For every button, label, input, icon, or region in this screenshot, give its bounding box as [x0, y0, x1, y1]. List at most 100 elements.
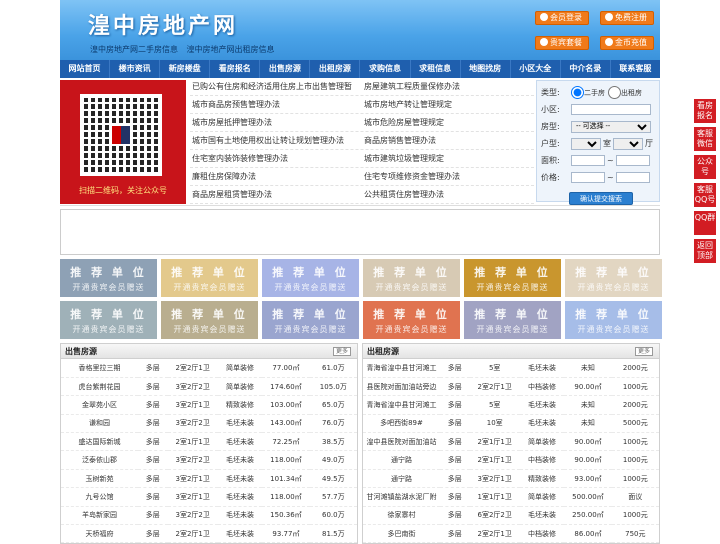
- recommend-ad-slot[interactable]: 推 荐 单 位开通贵宾会员赠送: [161, 301, 258, 339]
- nav-viewing-signup[interactable]: 看房报名: [210, 60, 261, 78]
- table-row[interactable]: 谦和园 多层 3室2厅2卫 毛坯未装 143.00㎡ 76.0万: [61, 414, 357, 434]
- listing-name-cell[interactable]: 金翠苑小区: [61, 395, 138, 415]
- table-row[interactable]: 青海省湟中县甘河滩工 多层 5室 毛坯未装 未知 2000元: [363, 395, 659, 415]
- listing-name-cell[interactable]: 虎台紫荆花园: [61, 377, 138, 397]
- side-float-item[interactable]: QQ群: [694, 211, 716, 235]
- listing-name-cell[interactable]: 谦和园: [61, 414, 138, 434]
- policy-link[interactable]: 城市房屋抵押管理办法: [190, 114, 362, 131]
- search-submit-button[interactable]: 确认提交搜索: [569, 192, 633, 205]
- price-max-input[interactable]: [615, 172, 650, 183]
- policy-link[interactable]: 公共租赁住房管理办法: [362, 186, 534, 203]
- table-row[interactable]: 多吧西街89# 多层 10室 毛坯未装 未知 5000元: [363, 414, 659, 434]
- listing-name-cell[interactable]: 徐家寨村: [363, 506, 440, 526]
- table-row[interactable]: 羊岛新家园 多层 3室2厅2卫 毛坯未装 150.36㎡ 60.0万: [61, 506, 357, 526]
- listing-name-cell[interactable]: 天桥福府: [61, 524, 138, 544]
- hall-select[interactable]: [613, 137, 643, 150]
- table-row[interactable]: 青海省湟中县甘河滩工 多层 5室 毛坯未装 未知 2000元: [363, 359, 659, 378]
- listing-name-cell[interactable]: 通宁路: [363, 450, 440, 470]
- table-row[interactable]: 盛达国际新城 多层 2室1厅1卫 毛坯未装 72.25㎡ 38.5万: [61, 432, 357, 452]
- policy-link[interactable]: 商品房销售管理办法: [362, 132, 534, 149]
- policy-link[interactable]: 房屋建筑工程质量保修办法: [362, 78, 534, 95]
- recommend-ad-slot[interactable]: 推 荐 单 位开通贵宾会员赠送: [60, 301, 157, 339]
- table-row[interactable]: 九号公馆 多层 3室2厅1卫 毛坯未装 118.00㎡ 57.7万: [61, 487, 357, 507]
- site-logo[interactable]: 湟中房地产网: [88, 8, 238, 40]
- table-row[interactable]: 县医院对面加油站旁边 多层 2室2厅1卫 中档装修 90.00㎡ 1000元: [363, 377, 659, 397]
- listing-name-cell[interactable]: 湟中县医院对面加油站: [363, 432, 440, 452]
- listing-name-cell[interactable]: 多吧西街89#: [363, 414, 440, 434]
- table-row[interactable]: 玉树新苑 多层 3室2厅1卫 毛坯未装 101.34㎡ 49.5万: [61, 469, 357, 489]
- policy-link[interactable]: 城市危险房屋管理规定: [362, 114, 534, 131]
- side-float-item[interactable]: 公众号: [694, 155, 716, 179]
- listing-name-cell[interactable]: 羊岛新家园: [61, 506, 138, 526]
- listing-name-cell[interactable]: 青海省湟中县甘河滩工: [363, 359, 440, 378]
- listing-name-cell[interactable]: 多巴南街: [363, 524, 440, 544]
- side-float-item[interactable]: 看房报名: [694, 99, 716, 123]
- sale-more-button[interactable]: 更多: [332, 347, 351, 356]
- listing-name-cell[interactable]: 甘河滩镇盐湖水泥厂附: [363, 487, 440, 507]
- type-radio-secondhand[interactable]: [571, 86, 584, 99]
- login-button[interactable]: 会员登录: [535, 11, 589, 25]
- listing-name-cell[interactable]: 香格里拉三期: [61, 359, 138, 378]
- house-type-select[interactable]: -- 可选择 --: [571, 120, 651, 133]
- type-radio-rent[interactable]: [608, 86, 621, 99]
- nav-want-buy[interactable]: 求购信息: [360, 60, 411, 78]
- table-row[interactable]: 香格里拉三期 多层 2室2厅1卫 简单装修 77.00㎡ 61.0万: [61, 359, 357, 378]
- recommend-ad-slot[interactable]: 推 荐 单 位开通贵宾会员赠送: [363, 259, 460, 297]
- recommend-ad-slot[interactable]: 推 荐 单 位开通贵宾会员赠送: [262, 301, 359, 339]
- recommend-ad-slot[interactable]: 推 荐 单 位开通贵宾会员赠送: [464, 259, 561, 297]
- recommend-ad-slot[interactable]: 推 荐 单 位开通贵宾会员赠送: [161, 259, 258, 297]
- side-float-item[interactable]: 客服微信: [694, 127, 716, 151]
- nav-for-sale[interactable]: 出售房源: [260, 60, 311, 78]
- listing-name-cell[interactable]: 县医院对面加油站旁边: [363, 377, 440, 397]
- table-row[interactable]: 通宁路 多层 2室1厅1卫 中档装修 90.00㎡ 1000元: [363, 450, 659, 470]
- recommend-ad-slot[interactable]: 推 荐 单 位开通贵宾会员赠送: [565, 259, 662, 297]
- listing-name-cell[interactable]: 泛泰依山郡: [61, 450, 138, 470]
- policy-link[interactable]: 廉租住房保障办法: [190, 168, 362, 185]
- area-min-input[interactable]: [571, 155, 605, 166]
- listing-name-cell[interactable]: 盛达国际新城: [61, 432, 138, 452]
- side-float-item[interactable]: 返回顶部: [694, 239, 716, 263]
- nav-for-rent[interactable]: 出租房源: [310, 60, 361, 78]
- nav-agents[interactable]: 中介名录: [561, 60, 611, 78]
- nav-communities[interactable]: 小区大全: [511, 60, 561, 78]
- register-button[interactable]: 免费注册: [600, 11, 654, 25]
- table-row[interactable]: 天桥福府 多层 2室2厅1卫 毛坯未装 93.77㎡ 81.5万: [61, 524, 357, 544]
- policy-link[interactable]: 住宅室内装饰装修管理办法: [190, 150, 362, 167]
- table-row[interactable]: 湟中县医院对面加油站 多层 2室1厅1卫 简单装修 90.00㎡ 1000元: [363, 432, 659, 452]
- recommend-ad-slot[interactable]: 推 荐 单 位开通贵宾会员赠送: [60, 259, 157, 297]
- listing-name-cell[interactable]: 九号公馆: [61, 487, 138, 507]
- nav-contact[interactable]: 联系客服: [611, 60, 660, 78]
- table-row[interactable]: 泛泰依山郡 多层 3室2厅2卫 毛坯未装 118.00㎡ 49.0万: [61, 450, 357, 470]
- listing-name-cell[interactable]: 青海省湟中县甘河滩工: [363, 395, 440, 415]
- recommend-ad-slot[interactable]: 推 荐 单 位开通贵宾会员赠送: [464, 301, 561, 339]
- table-row[interactable]: 通宁路 多层 3室2厅1卫 精致装修 93.00㎡ 1000元: [363, 469, 659, 489]
- district-input[interactable]: [571, 104, 651, 115]
- listing-name-cell[interactable]: 通宁路: [363, 469, 440, 489]
- policy-link[interactable]: 已购公有住房和经济适用住房上市出售管理暂: [190, 78, 362, 95]
- recommend-ad-slot[interactable]: 推 荐 单 位开通贵宾会员赠送: [363, 301, 460, 339]
- rent-more-button[interactable]: 更多: [634, 347, 653, 356]
- listing-name-cell[interactable]: 玉树新苑: [61, 469, 138, 489]
- nav-home[interactable]: 网站首页: [60, 60, 111, 78]
- policy-link[interactable]: 城市商品房预售管理办法: [190, 96, 362, 113]
- vip-package-button[interactable]: 贵宾套餐: [535, 36, 589, 50]
- recharge-button[interactable]: 金币充值: [600, 36, 654, 50]
- recommend-ad-slot[interactable]: 推 荐 单 位开通贵宾会员赠送: [262, 259, 359, 297]
- side-float-item[interactable]: 客服QQ号: [694, 183, 716, 207]
- nav-new-homes[interactable]: 新房楼盘: [160, 60, 211, 78]
- policy-link[interactable]: 商品房屋租赁管理办法: [190, 186, 362, 203]
- policy-link[interactable]: 城市国有土地使用权出让转让规划管理办法: [190, 132, 362, 149]
- table-row[interactable]: 徐家寨村 多层 6室2厅2卫 毛坯未装 250.00㎡ 1000元: [363, 506, 659, 526]
- area-max-input[interactable]: [615, 155, 650, 166]
- policy-link[interactable]: 住宅专项维修资金管理办法: [362, 168, 534, 185]
- price-min-input[interactable]: [571, 172, 605, 183]
- room-select[interactable]: [571, 137, 601, 150]
- nav-news[interactable]: 楼市资讯: [110, 60, 161, 78]
- recommend-ad-slot[interactable]: 推 荐 单 位开通贵宾会员赠送: [565, 301, 662, 339]
- table-row[interactable]: 虎台紫荆花园 多层 3室2厅2卫 简单装修 174.60㎡ 105.0万: [61, 377, 357, 397]
- policy-link[interactable]: 城市建筑垃圾管理规定: [362, 150, 534, 167]
- nav-map[interactable]: 地图找房: [461, 60, 511, 78]
- table-row[interactable]: 多巴南街 多层 2室2厅1卫 中档装修 86.00㎡ 750元: [363, 524, 659, 544]
- nav-want-rent[interactable]: 求租信息: [411, 60, 461, 78]
- table-row[interactable]: 甘河滩镇盐湖水泥厂附 多层 1室1厅1卫 简单装修 500.00㎡ 面议: [363, 487, 659, 507]
